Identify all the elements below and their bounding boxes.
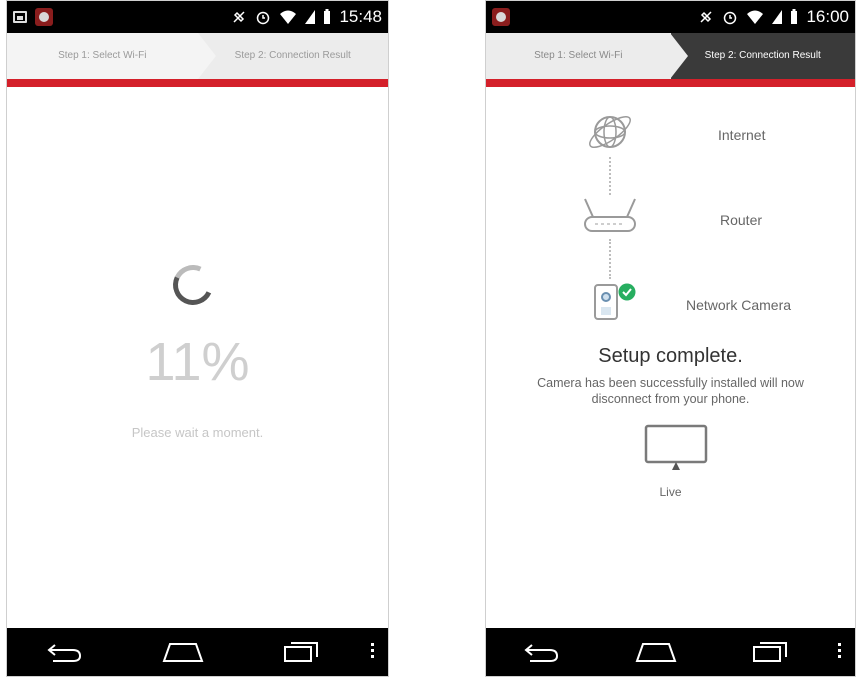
signal-icon	[772, 10, 783, 24]
overflow-menu-button[interactable]	[371, 643, 374, 658]
recent-apps-button[interactable]	[752, 641, 788, 663]
step-1-label: Step 1: Select Wi-Fi	[534, 50, 623, 61]
setup-message: Camera has been successfully installed w…	[537, 376, 804, 406]
step-1: Step 1: Select Wi-Fi	[486, 33, 671, 79]
live-button[interactable]	[642, 424, 710, 472]
wifi-icon	[280, 10, 297, 24]
alarm-icon	[257, 11, 270, 25]
signal-icon	[305, 10, 316, 24]
network-camera-label: Network Camera	[686, 297, 792, 313]
globe-icon	[589, 116, 631, 148]
step-indicator: Step 1: Select Wi-Fi Step 2: Connection …	[486, 33, 855, 79]
home-button[interactable]	[635, 642, 677, 662]
gallery-icon	[13, 11, 27, 23]
recent-apps-button[interactable]	[283, 641, 319, 663]
progress-percent: 11%	[145, 332, 250, 392]
internet-label: Internet	[718, 127, 766, 143]
mute-icon	[233, 11, 245, 23]
app-icon	[35, 8, 53, 26]
phone-screen-result: 16:00 Step 1: Select Wi-Fi Step 2: Conne…	[485, 0, 856, 677]
status-time: 15:48	[339, 7, 382, 26]
wait-message: Please wait a moment.	[131, 425, 264, 440]
home-button[interactable]	[162, 642, 204, 662]
battery-icon	[791, 9, 798, 24]
progress-content: 11% Please wait a moment.	[7, 87, 388, 628]
alarm-icon	[724, 11, 737, 25]
step-2: Step 2: Connection Result	[669, 33, 855, 79]
back-button[interactable]	[46, 641, 83, 663]
overflow-menu-button[interactable]	[838, 643, 841, 658]
status-bar: 16:00	[486, 1, 855, 33]
wifi-icon	[747, 10, 764, 24]
navigation-bar	[7, 628, 388, 676]
accent-bar	[7, 79, 388, 87]
mute-icon	[700, 11, 712, 23]
status-time: 16:00	[806, 7, 849, 26]
accent-bar	[486, 79, 855, 87]
router-icon	[584, 198, 636, 232]
result-content: Internet Router Network Camera Setup com…	[486, 87, 855, 628]
battery-icon	[324, 9, 331, 24]
live-label: Live	[659, 485, 682, 499]
navigation-bar	[486, 628, 855, 676]
step-1-label: Step 1: Select Wi-Fi	[58, 50, 147, 61]
check-icon	[618, 283, 636, 301]
step-1: Step 1: Select Wi-Fi	[7, 33, 216, 79]
back-button[interactable]	[523, 641, 560, 663]
app-icon	[492, 8, 510, 26]
phone-screen-progress: 15:48 Step 1: Select Wi-Fi Step 2: Conne…	[6, 0, 389, 677]
step-2: Step 2: Connection Result	[197, 33, 388, 79]
setup-title: Setup complete.	[598, 345, 743, 367]
step-indicator: Step 1: Select Wi-Fi Step 2: Connection …	[7, 33, 388, 79]
status-bar: 15:48	[7, 1, 388, 33]
step-2-label: Step 2: Connection Result	[704, 50, 821, 61]
router-label: Router	[720, 212, 763, 228]
step-2-label: Step 2: Connection Result	[234, 50, 351, 61]
loading-spinner-icon	[167, 259, 219, 311]
